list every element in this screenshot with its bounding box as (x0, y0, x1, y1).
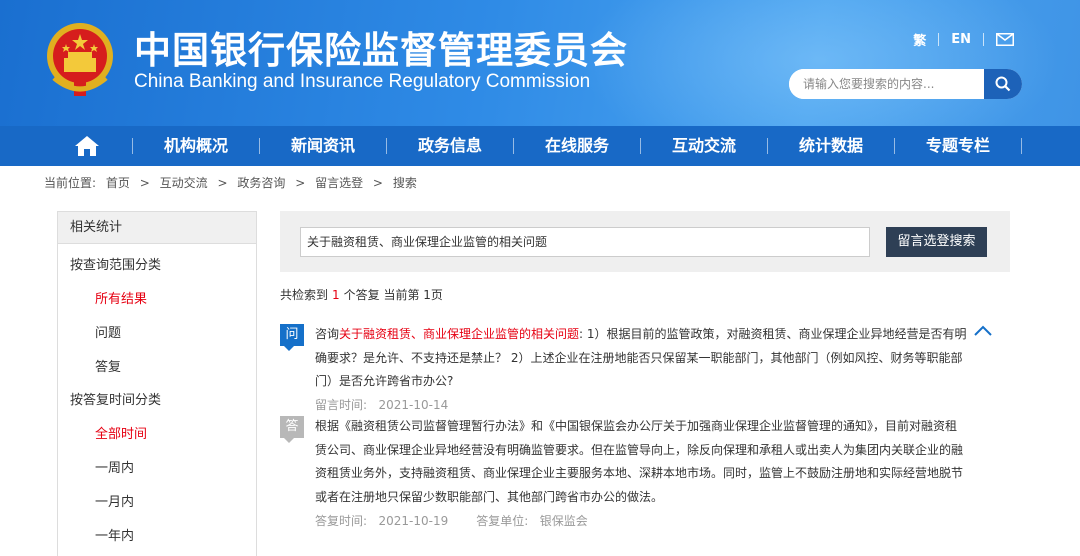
english-link[interactable]: EN (951, 32, 971, 47)
answer-meta: 答复时间: 2021-10-19 答复单位: 银保监会 (315, 512, 588, 529)
divider (983, 33, 984, 46)
site-header: 中国银行保险监督管理委员会 China Banking and Insuranc… (0, 0, 1080, 126)
nav-divider (132, 138, 133, 154)
nav-divider (386, 138, 387, 154)
nav-divider (894, 138, 895, 154)
site-search-input[interactable] (789, 69, 985, 99)
breadcrumb-separator: > (295, 176, 306, 190)
breadcrumb-item-consultation[interactable]: 政务咨询 (237, 176, 285, 190)
nav-divider (767, 138, 768, 154)
sidebar-item-all-results[interactable]: 所有结果 (95, 288, 147, 307)
sidebar-item-week[interactable]: 一周内 (95, 457, 134, 476)
answer-time-label: 答复时间: (315, 514, 368, 528)
sidebar-item-year[interactable]: 一年内 (95, 525, 134, 544)
question-time-value: 2021-10-14 (378, 398, 449, 412)
sidebar-item-all-time[interactable]: 全部时间 (95, 423, 147, 442)
message-search-input[interactable]: 关于融资租赁、商业保理企业监管的相关问题 (300, 227, 870, 257)
question-time: 留言时间: 2021-10-14 (315, 396, 448, 413)
question-prefix: 咨询 (315, 327, 340, 341)
nav-divider (513, 138, 514, 154)
breadcrumb-item-home[interactable]: 首页 (106, 176, 130, 190)
header-glow (560, 0, 1080, 126)
nav-item-online-service[interactable]: 在线服务 (545, 126, 609, 166)
breadcrumb: 当前位置: 首页 > 互动交流 > 政务咨询 > 留言选登 > 搜索 (44, 174, 423, 191)
home-icon[interactable] (74, 135, 100, 157)
sidebar-item-questions[interactable]: 问题 (95, 322, 121, 341)
message-search-button[interactable]: 留言选登搜索 (886, 227, 987, 257)
emblem-icon[interactable] (44, 20, 116, 98)
sidebar-item-month[interactable]: 一月内 (95, 491, 134, 510)
question-badge: 问 (280, 324, 304, 351)
answer-time-value: 2021-10-19 (378, 514, 449, 528)
site-title-en[interactable]: China Banking and Insurance Regulatory C… (134, 71, 590, 93)
breadcrumb-item-messages[interactable]: 留言选登 (315, 176, 363, 190)
sidebar: 相关统计 按查询范围分类 所有结果 问题 答复 按答复时间分类 全部时间 一周内… (57, 211, 257, 556)
breadcrumb-separator: > (139, 176, 150, 190)
result-count-number: 1 (332, 288, 340, 302)
sidebar-heading: 相关统计 (58, 212, 256, 244)
question-title[interactable]: 关于融资租赁、商业保理企业监管的相关问题 (339, 327, 579, 341)
breadcrumb-item-search: 搜索 (392, 176, 417, 190)
breadcrumb-label: 当前位置: (44, 176, 97, 190)
traditional-chinese-link[interactable]: 繁 (913, 30, 926, 49)
main-nav: 机构概况 新闻资讯 政务信息 在线服务 互动交流 统计数据 专题专栏 (0, 126, 1080, 166)
breadcrumb-item-interaction[interactable]: 互动交流 (160, 176, 208, 190)
result-count-prefix: 共检索到 (280, 288, 329, 302)
answer-text: 根据《融资租赁公司监督管理暂行办法》和《中国银保监会办公厅关于加强商业保理企业监… (315, 419, 964, 504)
nav-item-news[interactable]: 新闻资讯 (291, 126, 355, 166)
nav-divider (259, 138, 260, 154)
chevron-up-icon[interactable] (973, 324, 993, 338)
site-search (789, 69, 1022, 99)
answer-unit-value: 银保监会 (539, 514, 588, 528)
sidebar-group-time: 按答复时间分类 (70, 393, 162, 408)
result-count-suffix: 个答复 当前第 1页 (343, 288, 443, 302)
nav-item-interaction[interactable]: 互动交流 (672, 126, 736, 166)
sidebar-group-scope: 按查询范围分类 (70, 258, 162, 273)
nav-divider (640, 138, 641, 154)
top-links: 繁 EN (913, 30, 1014, 49)
answer-unit-label: 答复单位: (476, 514, 529, 528)
breadcrumb-separator: > (372, 176, 383, 190)
answer-badge: 答 (280, 416, 304, 443)
site-search-button[interactable] (984, 69, 1022, 99)
search-icon (995, 76, 1011, 92)
message-search-panel: 关于融资租赁、商业保理企业监管的相关问题 留言选登搜索 (280, 211, 1010, 272)
nav-item-statistics[interactable]: 统计数据 (799, 126, 863, 166)
mail-icon[interactable] (996, 33, 1014, 46)
result-count: 共检索到 1 个答复 当前第 1页 (280, 286, 443, 303)
question-text: 咨询关于融资租赁、商业保理企业监管的相关问题: 1）根据目前的监管政策，对融资租… (315, 323, 967, 394)
nav-item-topics[interactable]: 专题专栏 (926, 126, 990, 166)
breadcrumb-separator: > (217, 176, 228, 190)
nav-item-about[interactable]: 机构概况 (164, 126, 228, 166)
question-time-label: 留言时间: (315, 398, 368, 412)
site-title-cn[interactable]: 中国银行保险监督管理委员会 (134, 20, 628, 74)
nav-divider (1021, 138, 1022, 154)
divider (938, 33, 940, 46)
sidebar-item-replies[interactable]: 答复 (95, 356, 121, 375)
nav-item-government[interactable]: 政务信息 (418, 126, 482, 166)
